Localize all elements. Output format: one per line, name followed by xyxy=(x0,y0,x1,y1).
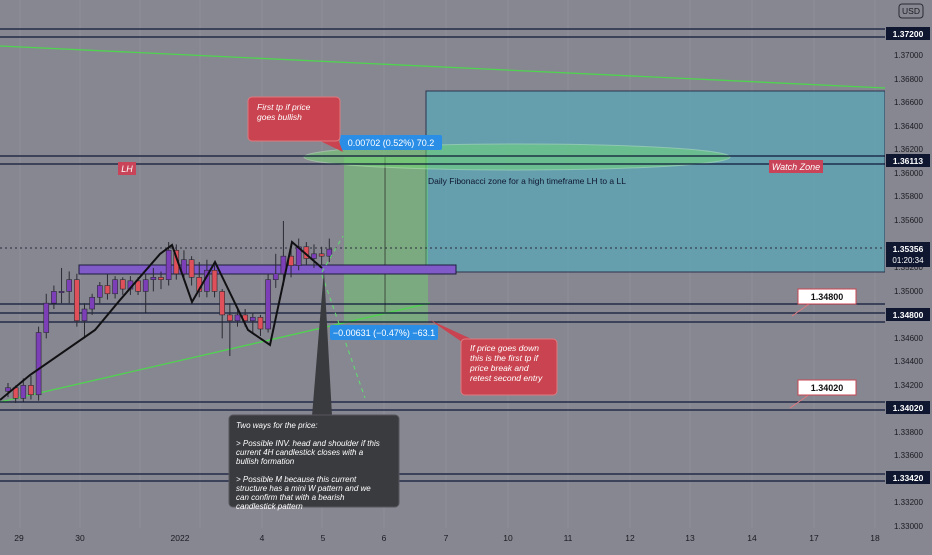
candle-body xyxy=(158,277,164,280)
candle-body xyxy=(119,279,126,290)
svg-text:1.34800: 1.34800 xyxy=(893,310,924,320)
svg-text:4: 4 xyxy=(260,533,265,543)
callout-1.34800[interactable]: 1.34800 xyxy=(791,288,857,317)
candle-body xyxy=(43,302,50,333)
candle-body xyxy=(257,316,264,330)
price-ticks: 1.37000 1.36800 1.36600 1.36400 1.36200 … xyxy=(894,51,923,531)
candle-body xyxy=(97,285,103,298)
current-price-tag: 1.35356 01:20:34 xyxy=(886,242,930,267)
price-axis[interactable]: 1.37000 1.36800 1.36600 1.36400 1.36200 … xyxy=(885,0,932,550)
svg-text:1.35000: 1.35000 xyxy=(894,287,923,296)
candle-body xyxy=(66,279,72,292)
svg-text:1.36000: 1.36000 xyxy=(894,169,923,178)
note-price-down[interactable]: If price goes down this is the first tp … xyxy=(430,320,558,396)
candle-body xyxy=(51,291,57,304)
svg-text:29: 29 xyxy=(14,533,24,543)
candle-body xyxy=(211,269,218,292)
candle-body xyxy=(165,250,172,280)
svg-text:1.33600: 1.33600 xyxy=(894,451,923,460)
svg-text:01:20:34: 01:20:34 xyxy=(892,256,924,265)
svg-text:30: 30 xyxy=(75,533,85,543)
svg-text:18: 18 xyxy=(870,533,880,543)
candle-body xyxy=(250,316,256,322)
svg-text:1.36800: 1.36800 xyxy=(894,75,923,84)
candle-body xyxy=(142,279,149,292)
candle-body xyxy=(188,259,195,278)
candle-body xyxy=(234,314,241,322)
chart-area[interactable]: LH Watch Zone Daily Fibonacci zone for a… xyxy=(0,0,932,550)
svg-text:1.33420: 1.33420 xyxy=(893,473,924,483)
svg-text:7: 7 xyxy=(444,533,449,543)
svg-text:1.33000: 1.33000 xyxy=(894,522,923,531)
svg-text:14: 14 xyxy=(747,533,757,543)
candle-body xyxy=(150,277,157,280)
candle-body xyxy=(227,314,233,322)
svg-text:1.35356: 1.35356 xyxy=(893,244,924,254)
svg-text:2022: 2022 xyxy=(171,533,190,543)
candle-body xyxy=(89,296,95,310)
watch-zone-label: Watch Zone xyxy=(769,160,823,173)
candle-body xyxy=(272,273,279,280)
svg-text:Watch Zone: Watch Zone xyxy=(772,162,820,172)
candle-body xyxy=(326,248,333,257)
svg-text:17: 17 xyxy=(809,533,819,543)
svg-text:1.37200: 1.37200 xyxy=(893,29,924,39)
svg-text:0.00702 (0.52%) 70.2: 0.00702 (0.52%) 70.2 xyxy=(348,138,435,148)
svg-text:1.34600: 1.34600 xyxy=(894,334,923,343)
svg-text:1.36600: 1.36600 xyxy=(894,98,923,107)
svg-text:1.34020: 1.34020 xyxy=(893,403,924,413)
svg-text:1.36400: 1.36400 xyxy=(894,122,923,131)
ascending-trendline xyxy=(0,302,431,403)
svg-text:1.34800: 1.34800 xyxy=(811,292,844,302)
svg-text:1.35600: 1.35600 xyxy=(894,216,923,225)
svg-text:1.34400: 1.34400 xyxy=(894,357,923,366)
candle-body xyxy=(74,279,80,322)
time-axis[interactable]: 29 30 2022 4 5 6 7 10 11 12 13 14 17 18 xyxy=(0,528,885,550)
candle-body xyxy=(219,291,225,316)
demand-band[interactable] xyxy=(78,264,457,275)
candle-body xyxy=(35,332,42,396)
svg-text:12: 12 xyxy=(625,533,635,543)
measure-up-label: 0.00702 (0.52%) 70.2 xyxy=(340,135,442,150)
svg-text:USD: USD xyxy=(902,6,920,16)
candle-body xyxy=(20,385,27,399)
svg-text:6: 6 xyxy=(382,533,387,543)
svg-text:1.35800: 1.35800 xyxy=(894,192,923,201)
svg-text:−0.00631 (−0.47%) −63.1: −0.00631 (−0.47%) −63.1 xyxy=(333,328,435,338)
svg-text:1.34020: 1.34020 xyxy=(811,383,844,393)
svg-text:11: 11 xyxy=(564,533,573,543)
svg-text:1.36200: 1.36200 xyxy=(894,145,923,154)
svg-text:10: 10 xyxy=(503,533,513,543)
candle-body xyxy=(58,291,65,293)
candle-body xyxy=(318,253,325,257)
fib-zone-text: Daily Fibonacci zone for a high timefram… xyxy=(428,176,626,186)
svg-text:1.37000: 1.37000 xyxy=(894,51,923,60)
fib-measure-box xyxy=(344,157,428,323)
currency-badge[interactable]: USD xyxy=(898,3,924,19)
candle-body xyxy=(112,279,118,295)
price-chart[interactable]: LH Watch Zone Daily Fibonacci zone for a… xyxy=(0,0,932,550)
candle-body xyxy=(311,253,317,259)
svg-text:13: 13 xyxy=(685,533,695,543)
svg-text:1.33200: 1.33200 xyxy=(894,498,923,507)
candle-body xyxy=(81,308,88,322)
lh-label: LH xyxy=(118,162,136,175)
svg-text:LH: LH xyxy=(121,164,133,174)
measure-down-label: −0.00631 (−0.47%) −63.1 xyxy=(330,325,438,340)
svg-text:1.33800: 1.33800 xyxy=(894,428,923,437)
candle-body xyxy=(265,279,271,330)
candle-body xyxy=(104,285,111,295)
svg-text:1.34200: 1.34200 xyxy=(894,381,923,390)
svg-text:1.36113: 1.36113 xyxy=(893,156,924,166)
svg-text:5: 5 xyxy=(321,533,326,543)
callout-1.34020[interactable]: 1.34020 xyxy=(789,379,857,409)
candle-body xyxy=(28,385,34,396)
